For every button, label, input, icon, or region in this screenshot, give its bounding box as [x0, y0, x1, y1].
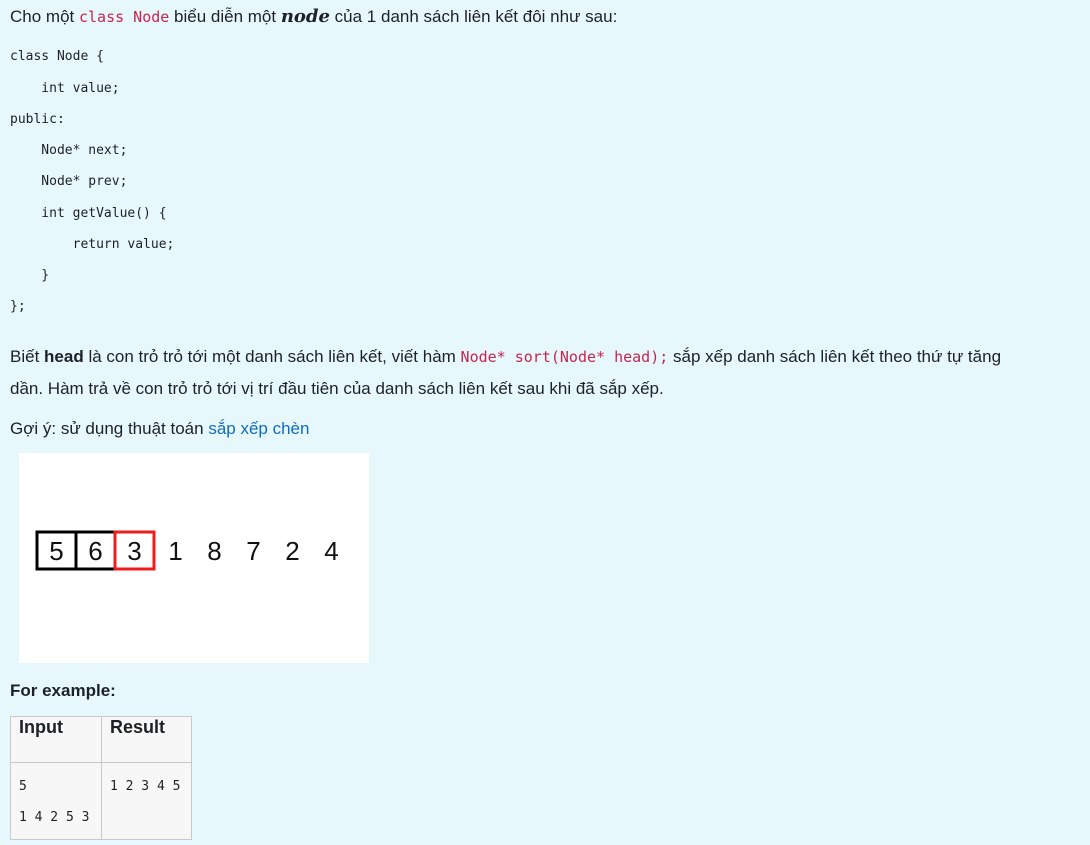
insertion-sort-figure: 56318724 — [19, 453, 369, 663]
code-line: }; — [10, 299, 26, 314]
inline-code-sort-signature: Node* sort(Node* head); — [460, 348, 669, 366]
code-line: class Node { — [10, 49, 104, 64]
intro-text-1: Cho một — [10, 7, 79, 26]
table-header-row: Input Result — [10, 716, 192, 763]
code-line: public: — [10, 112, 65, 127]
code-line: int value; — [10, 81, 120, 96]
table-row: 5 1 4 2 5 3 1 2 3 4 5 — [10, 762, 192, 840]
array-value: 1 — [168, 536, 182, 566]
code-line: return value; — [10, 237, 175, 252]
task-text-3: sắp xếp danh sách liên kết theo thứ tự t… — [668, 347, 1002, 366]
insertion-sort-illustration: 56318724 — [35, 530, 339, 571]
task-text-2: là con trỏ trỏ tới một danh sách liên kế… — [83, 347, 461, 366]
array-value: 8 — [207, 536, 221, 566]
hint-paragraph: Gợi ý: sử dụng thuật toán sắp xếp chèn — [10, 418, 309, 440]
header-result: Result — [101, 716, 192, 763]
italic-node-term: node — [280, 6, 330, 27]
intro-text-2: biểu diễn một — [169, 7, 281, 26]
code-line: Node* prev; — [10, 174, 128, 189]
result-value: 1 2 3 4 5 — [110, 779, 181, 794]
intro-paragraph: Cho một class Node biểu diễn một node củ… — [10, 6, 617, 28]
task-text-1: Biết — [10, 347, 45, 366]
example-table: Input Result 5 1 4 2 5 3 1 2 3 4 5 — [10, 716, 192, 840]
task-paragraph-line-1: Biết head là con trỏ trỏ tới một danh sá… — [10, 346, 1001, 368]
array-value: 3 — [127, 536, 141, 566]
cell-result: 1 2 3 4 5 — [101, 762, 192, 840]
hint-prefix: Gợi ý: sử dụng thuật toán — [10, 419, 209, 438]
question-content: Cho một class Node biểu diễn một node củ… — [0, 0, 1090, 845]
inline-code-class-node: class Node — [78, 8, 170, 26]
insertion-sort-link[interactable]: sắp xếp chèn — [208, 419, 309, 438]
code-line: int getValue() { — [10, 206, 167, 221]
array-value: 6 — [88, 536, 102, 566]
cell-input: 5 1 4 2 5 3 — [10, 762, 102, 840]
array-value: 2 — [285, 536, 299, 566]
array-value: 4 — [324, 536, 338, 566]
code-line: Node* next; — [10, 143, 128, 158]
code-line: } — [10, 268, 50, 283]
array-value: 7 — [246, 536, 260, 566]
task-bold-head: head — [44, 347, 84, 366]
header-input: Input — [10, 716, 102, 763]
for-example-heading: For example: — [10, 681, 116, 700]
input-value: 5 1 4 2 5 3 — [19, 779, 90, 825]
array-value: 5 — [49, 536, 63, 566]
intro-text-3: của 1 danh sách liên kết đôi như sau: — [329, 7, 618, 26]
task-paragraph-line-2: dần. Hàm trả về con trỏ trỏ tới vị trí đ… — [10, 379, 664, 398]
